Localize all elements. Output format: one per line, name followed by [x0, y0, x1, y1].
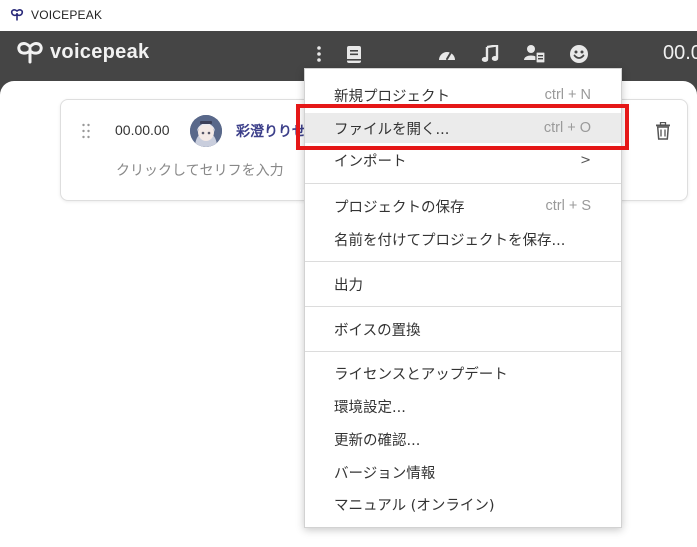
chevron-right-icon: >	[580, 152, 591, 168]
narrator-name[interactable]: 彩澄りりせ	[236, 121, 308, 141]
voicepeak-app-icon	[10, 9, 24, 21]
menu-item-manual-online[interactable]: マニュアル (オンライン)	[305, 489, 621, 519]
content-corner-right	[683, 81, 697, 95]
more-vertical-icon[interactable]	[308, 43, 330, 65]
menu-item-export[interactable]: 出力	[305, 269, 621, 299]
app-logo: voicepeak	[16, 40, 149, 64]
window-titlebar: VOICEPEAK	[0, 0, 697, 31]
shortcut-label: ctrl + S	[545, 198, 591, 214]
logo-text: voicepeak	[50, 40, 150, 63]
shortcut-label: ctrl + O	[543, 120, 591, 136]
block-timestamp: 00.00.00	[115, 122, 170, 138]
playback-time-display: 00.0	[663, 42, 697, 64]
content-corner-left	[0, 81, 14, 95]
book-icon[interactable]	[343, 43, 365, 65]
emoji-icon[interactable]	[568, 43, 590, 65]
menu-separator	[305, 183, 621, 184]
window-title: VOICEPEAK	[31, 8, 103, 22]
music-note-icon[interactable]	[479, 43, 501, 65]
dialogue-placeholder[interactable]: クリックしてセリフを入力	[116, 160, 284, 180]
narrator-avatar[interactable]	[190, 115, 222, 147]
drag-handle-icon[interactable]	[81, 122, 91, 140]
trash-icon[interactable]	[655, 122, 671, 140]
menu-item-import[interactable]: インポート >	[305, 145, 621, 175]
menu-item-save-project-as[interactable]: 名前を付けてプロジェクトを保存...	[305, 224, 621, 254]
menu-separator	[305, 306, 621, 307]
menu-item-check-updates[interactable]: 更新の確認...	[305, 424, 621, 454]
menu-item-save-project[interactable]: プロジェクトの保存 ctrl + S	[305, 191, 621, 221]
voice-manager-icon[interactable]	[524, 43, 546, 65]
menu-item-new-project[interactable]: 新規プロジェクト ctrl + N	[305, 80, 621, 110]
voicepeak-logo-icon	[17, 42, 43, 64]
file-menu: 新規プロジェクト ctrl + N ファイルを開く... ctrl + O イン…	[304, 68, 622, 528]
menu-separator	[305, 351, 621, 352]
speedometer-icon[interactable]	[436, 43, 458, 65]
shortcut-label: ctrl + N	[544, 87, 591, 103]
menu-item-version-info[interactable]: バージョン情報	[305, 457, 621, 487]
menu-item-open-file[interactable]: ファイルを開く... ctrl + O	[305, 113, 621, 143]
menu-item-license-update[interactable]: ライセンスとアップデート	[305, 358, 621, 388]
menu-item-replace-voice[interactable]: ボイスの置換	[305, 314, 621, 344]
menu-item-preferences[interactable]: 環境設定...	[305, 391, 621, 421]
menu-separator	[305, 261, 621, 262]
